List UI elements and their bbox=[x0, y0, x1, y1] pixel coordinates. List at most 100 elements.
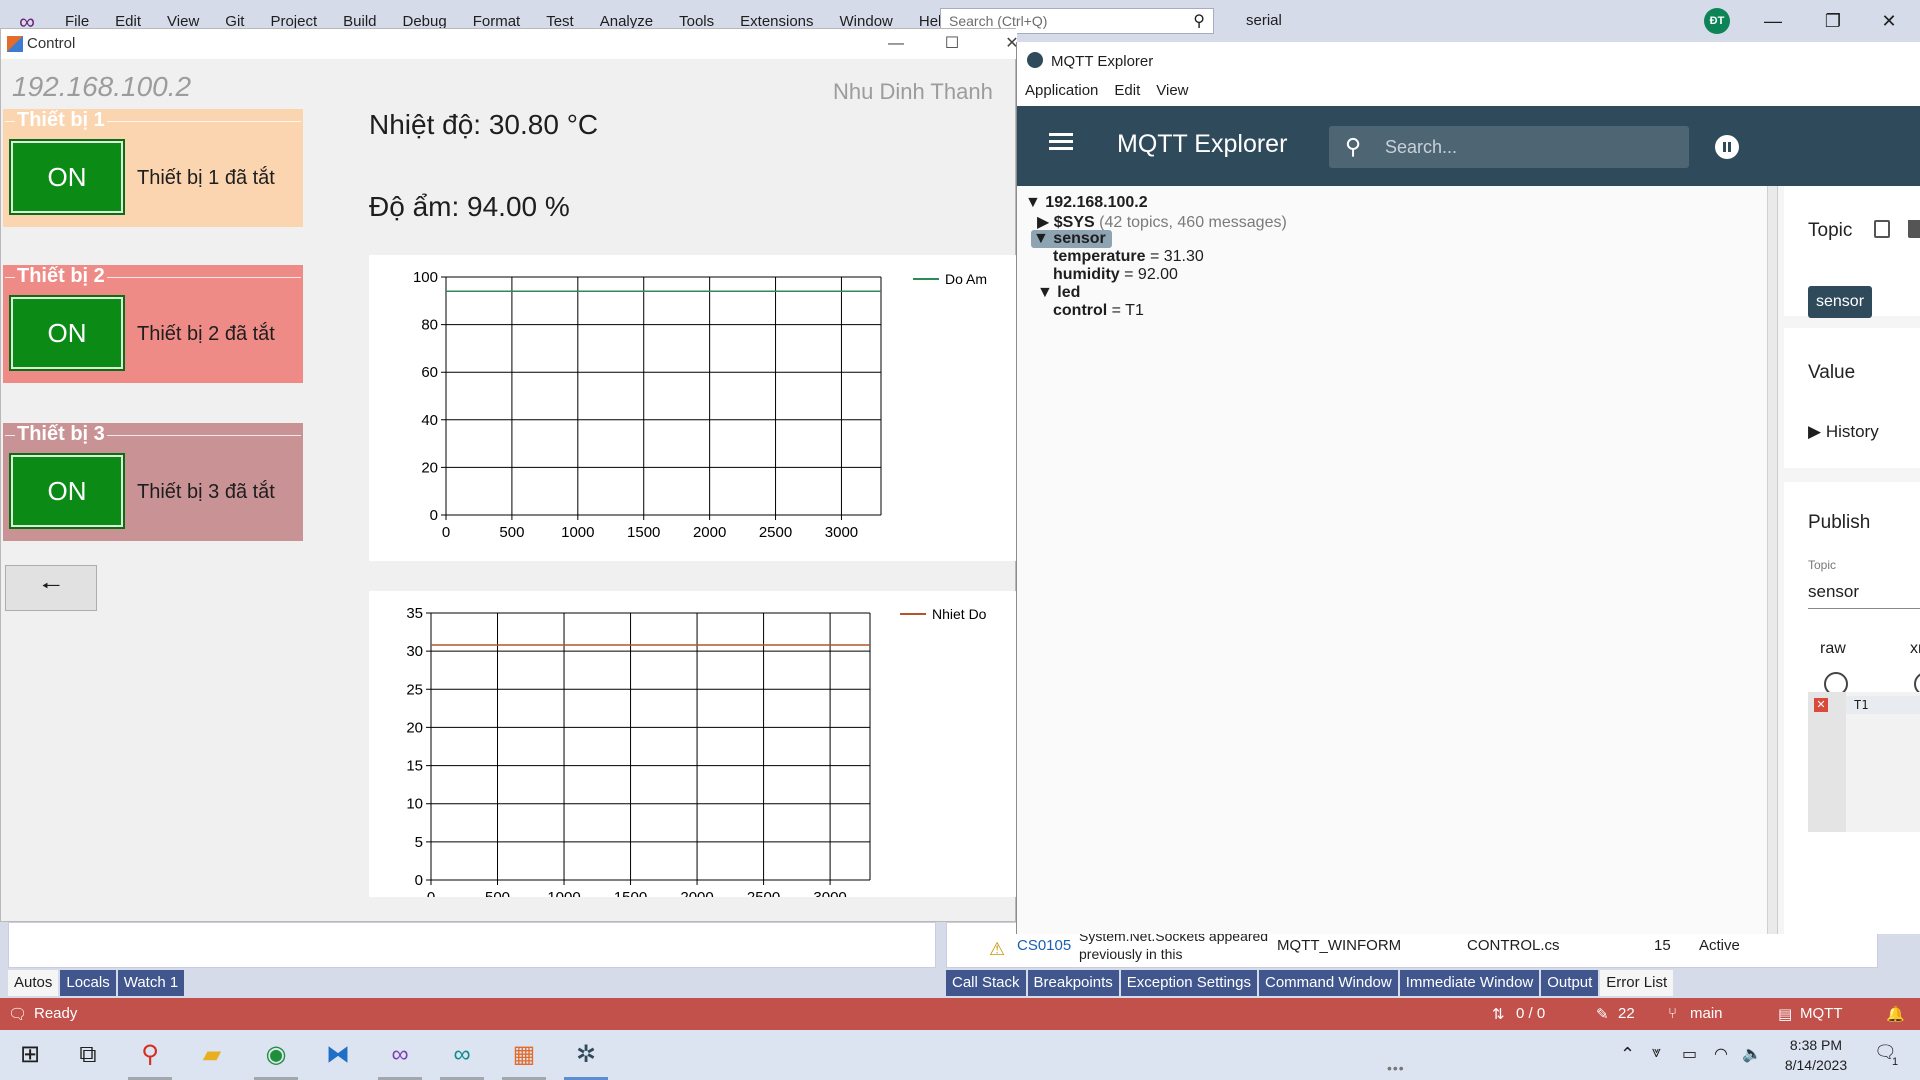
control-app-icon[interactable]: ▦ bbox=[502, 1038, 546, 1072]
vs-menu-view[interactable]: View bbox=[154, 13, 212, 30]
legend-label: Do Am bbox=[945, 271, 987, 287]
clock-time: 8:38 PM bbox=[1789, 1037, 1843, 1053]
tab-error-list[interactable]: Error List bbox=[1600, 970, 1674, 996]
tab-output[interactable]: Output bbox=[1541, 970, 1599, 996]
vs-menu-test[interactable]: Test bbox=[533, 13, 587, 30]
pane-splitter[interactable] bbox=[1767, 186, 1777, 934]
control-titlebar[interactable]: Control — ☐ ✕ bbox=[1, 29, 1019, 59]
vs-menu-project[interactable]: Project bbox=[257, 13, 330, 30]
tree-node-sys[interactable]: ▶ $SYS (42 topics, 460 messages) bbox=[1037, 212, 1287, 232]
vs-menu-format[interactable]: Format bbox=[460, 13, 534, 30]
payload-editor[interactable]: ✕ T1 bbox=[1808, 692, 1920, 832]
y-tick-label: 30 bbox=[406, 643, 423, 660]
vs-close-icon[interactable]: ✕ bbox=[1866, 6, 1912, 36]
repo-icon[interactable]: ▤ bbox=[1778, 1005, 1792, 1023]
device-1-on-button[interactable]: ON bbox=[11, 141, 123, 213]
status-edits[interactable]: 22 bbox=[1618, 1005, 1635, 1022]
history-toggle[interactable]: ▶ History bbox=[1808, 422, 1879, 442]
device-group-2: Thiết bị 2 ON Thiết bị 2 đã tắt bbox=[3, 265, 303, 383]
vs-menu-analyze[interactable]: Analyze bbox=[587, 13, 666, 30]
vs-menu-extensions[interactable]: Extensions bbox=[727, 13, 826, 30]
publish-topic-input[interactable]: sensor bbox=[1808, 582, 1920, 609]
bell-icon[interactable]: 🔔 bbox=[1886, 1005, 1905, 1023]
mqtt-menu-view[interactable]: View bbox=[1148, 78, 1196, 104]
tree-node-temperature[interactable]: temperature = 31.30 bbox=[1053, 248, 1204, 266]
battery-icon[interactable]: ▭ bbox=[1682, 1044, 1697, 1064]
topic-chip[interactable]: sensor bbox=[1808, 286, 1873, 318]
x-tick-label: 0 bbox=[427, 889, 435, 897]
tab-call-stack[interactable]: Call Stack bbox=[946, 970, 1026, 996]
mqtt-titlebar[interactable]: MQTT Explorer bbox=[1017, 42, 1920, 78]
temperature-label: Nhiệt độ: 30.80 °C bbox=[369, 109, 599, 140]
legend-label: Nhiet Do bbox=[932, 606, 987, 622]
task-view-icon[interactable]: ⧉ bbox=[66, 1038, 110, 1072]
device-3-on-button[interactable]: ON bbox=[11, 455, 123, 527]
search-app-icon[interactable]: ⚲ bbox=[128, 1038, 172, 1072]
tree-node-led[interactable]: ▼ led bbox=[1037, 284, 1080, 302]
tree-node-humidity[interactable]: humidity = 92.00 bbox=[1053, 266, 1178, 284]
arduino-icon[interactable]: ∞ bbox=[440, 1038, 484, 1072]
mqtt-explorer-app-icon[interactable]: ✲ bbox=[564, 1038, 608, 1072]
status-branch[interactable]: main bbox=[1690, 1005, 1723, 1022]
back-button[interactable]: 🠐 bbox=[5, 565, 97, 611]
hamburger-menu-icon[interactable] bbox=[1049, 130, 1073, 154]
tab-watch-1[interactable]: Watch 1 bbox=[117, 970, 185, 996]
y-tick-label: 5 bbox=[415, 834, 423, 851]
taskbar-clock[interactable]: 8:38 PM 8/14/2023 bbox=[1770, 1035, 1862, 1075]
control-maximize-icon[interactable]: ☐ bbox=[923, 29, 981, 59]
vs-menu-window[interactable]: Window bbox=[827, 13, 906, 30]
error-marker-icon: ✕ bbox=[1814, 698, 1828, 712]
wifi-icon[interactable]: ◠ bbox=[1714, 1044, 1728, 1064]
vs-menu-file[interactable]: File bbox=[52, 13, 102, 30]
vs-menu-build[interactable]: Build bbox=[330, 13, 389, 30]
mqtt-menu-application[interactable]: Application bbox=[1017, 78, 1106, 104]
autos-panel[interactable] bbox=[8, 922, 936, 968]
publish-heading: Publish bbox=[1808, 512, 1871, 533]
debug-tabs-right: Call Stack Breakpoints Exception Setting… bbox=[946, 970, 1675, 996]
branch-icon[interactable]: ⑂ bbox=[1668, 1005, 1677, 1022]
error-code-link[interactable]: CS0105 bbox=[1017, 937, 1071, 954]
tab-autos[interactable]: Autos bbox=[8, 970, 59, 996]
file-explorer-icon[interactable]: ▰ bbox=[190, 1038, 234, 1072]
windows-start-icon[interactable]: ⊞ bbox=[8, 1038, 52, 1072]
tray-chevron-icon[interactable]: ⌃ bbox=[1620, 1044, 1635, 1065]
vs-menu-edit[interactable]: Edit bbox=[102, 13, 154, 30]
mqtt-search-box: ⚲ bbox=[1329, 126, 1689, 168]
control-minimize-icon[interactable]: — bbox=[867, 29, 925, 59]
vs-menu-tools[interactable]: Tools bbox=[666, 13, 727, 30]
tab-locals[interactable]: Locals bbox=[60, 970, 116, 996]
user-name-label: Nhu Dinh Thanh bbox=[833, 79, 993, 104]
chrome-icon[interactable]: ◉ bbox=[254, 1038, 298, 1072]
tree-node-control[interactable]: control = T1 bbox=[1053, 302, 1144, 320]
tree-node-sensor[interactable]: ▼ sensor bbox=[1031, 230, 1112, 248]
status-repo[interactable]: MQTT bbox=[1800, 1005, 1843, 1022]
mqtt-menu-edit[interactable]: Edit bbox=[1106, 78, 1148, 104]
y-tick-label: 20 bbox=[406, 719, 423, 736]
pencil-icon[interactable]: ✎ bbox=[1596, 1005, 1609, 1023]
device-group-title: Thiết bị 1 bbox=[15, 109, 107, 132]
tab-command-window[interactable]: Command Window bbox=[1259, 970, 1398, 996]
device-2-on-button[interactable]: ON bbox=[11, 297, 123, 369]
tab-breakpoints[interactable]: Breakpoints bbox=[1027, 970, 1119, 996]
vs-restore-icon[interactable]: ❐ bbox=[1810, 6, 1856, 36]
trash-icon[interactable] bbox=[1908, 220, 1920, 238]
status-sync[interactable]: 0 / 0 bbox=[1516, 1005, 1545, 1022]
avatar[interactable]: ĐT bbox=[1704, 8, 1730, 34]
vscode-icon[interactable]: ⧓ bbox=[316, 1038, 360, 1072]
visual-studio-icon[interactable]: ∞ bbox=[378, 1038, 422, 1072]
volume-icon[interactable]: 🔈 bbox=[1742, 1044, 1762, 1064]
vs-menu-git[interactable]: Git bbox=[212, 13, 257, 30]
mqtt-search-input[interactable] bbox=[1385, 132, 1675, 162]
resize-handle-icon[interactable]: ••• bbox=[1387, 1060, 1405, 1076]
vs-menu-debug[interactable]: Debug bbox=[390, 13, 460, 30]
tree-selected-chip: ▼ sensor bbox=[1031, 230, 1112, 248]
pause-icon[interactable] bbox=[1715, 135, 1739, 159]
copy-icon[interactable] bbox=[1874, 220, 1890, 238]
tab-immediate-window[interactable]: Immediate Window bbox=[1399, 970, 1540, 996]
sync-icon[interactable]: ⇅ bbox=[1492, 1005, 1505, 1023]
tray-antivirus-icon[interactable]: ⩔ bbox=[1652, 1044, 1661, 1062]
tab-exception-settings[interactable]: Exception Settings bbox=[1120, 970, 1257, 996]
tree-node-root[interactable]: ▼ 192.168.100.2 bbox=[1025, 194, 1148, 212]
vs-minimize-icon[interactable]: — bbox=[1750, 6, 1796, 36]
mqtt-menu: Application Edit View bbox=[1017, 78, 1920, 104]
